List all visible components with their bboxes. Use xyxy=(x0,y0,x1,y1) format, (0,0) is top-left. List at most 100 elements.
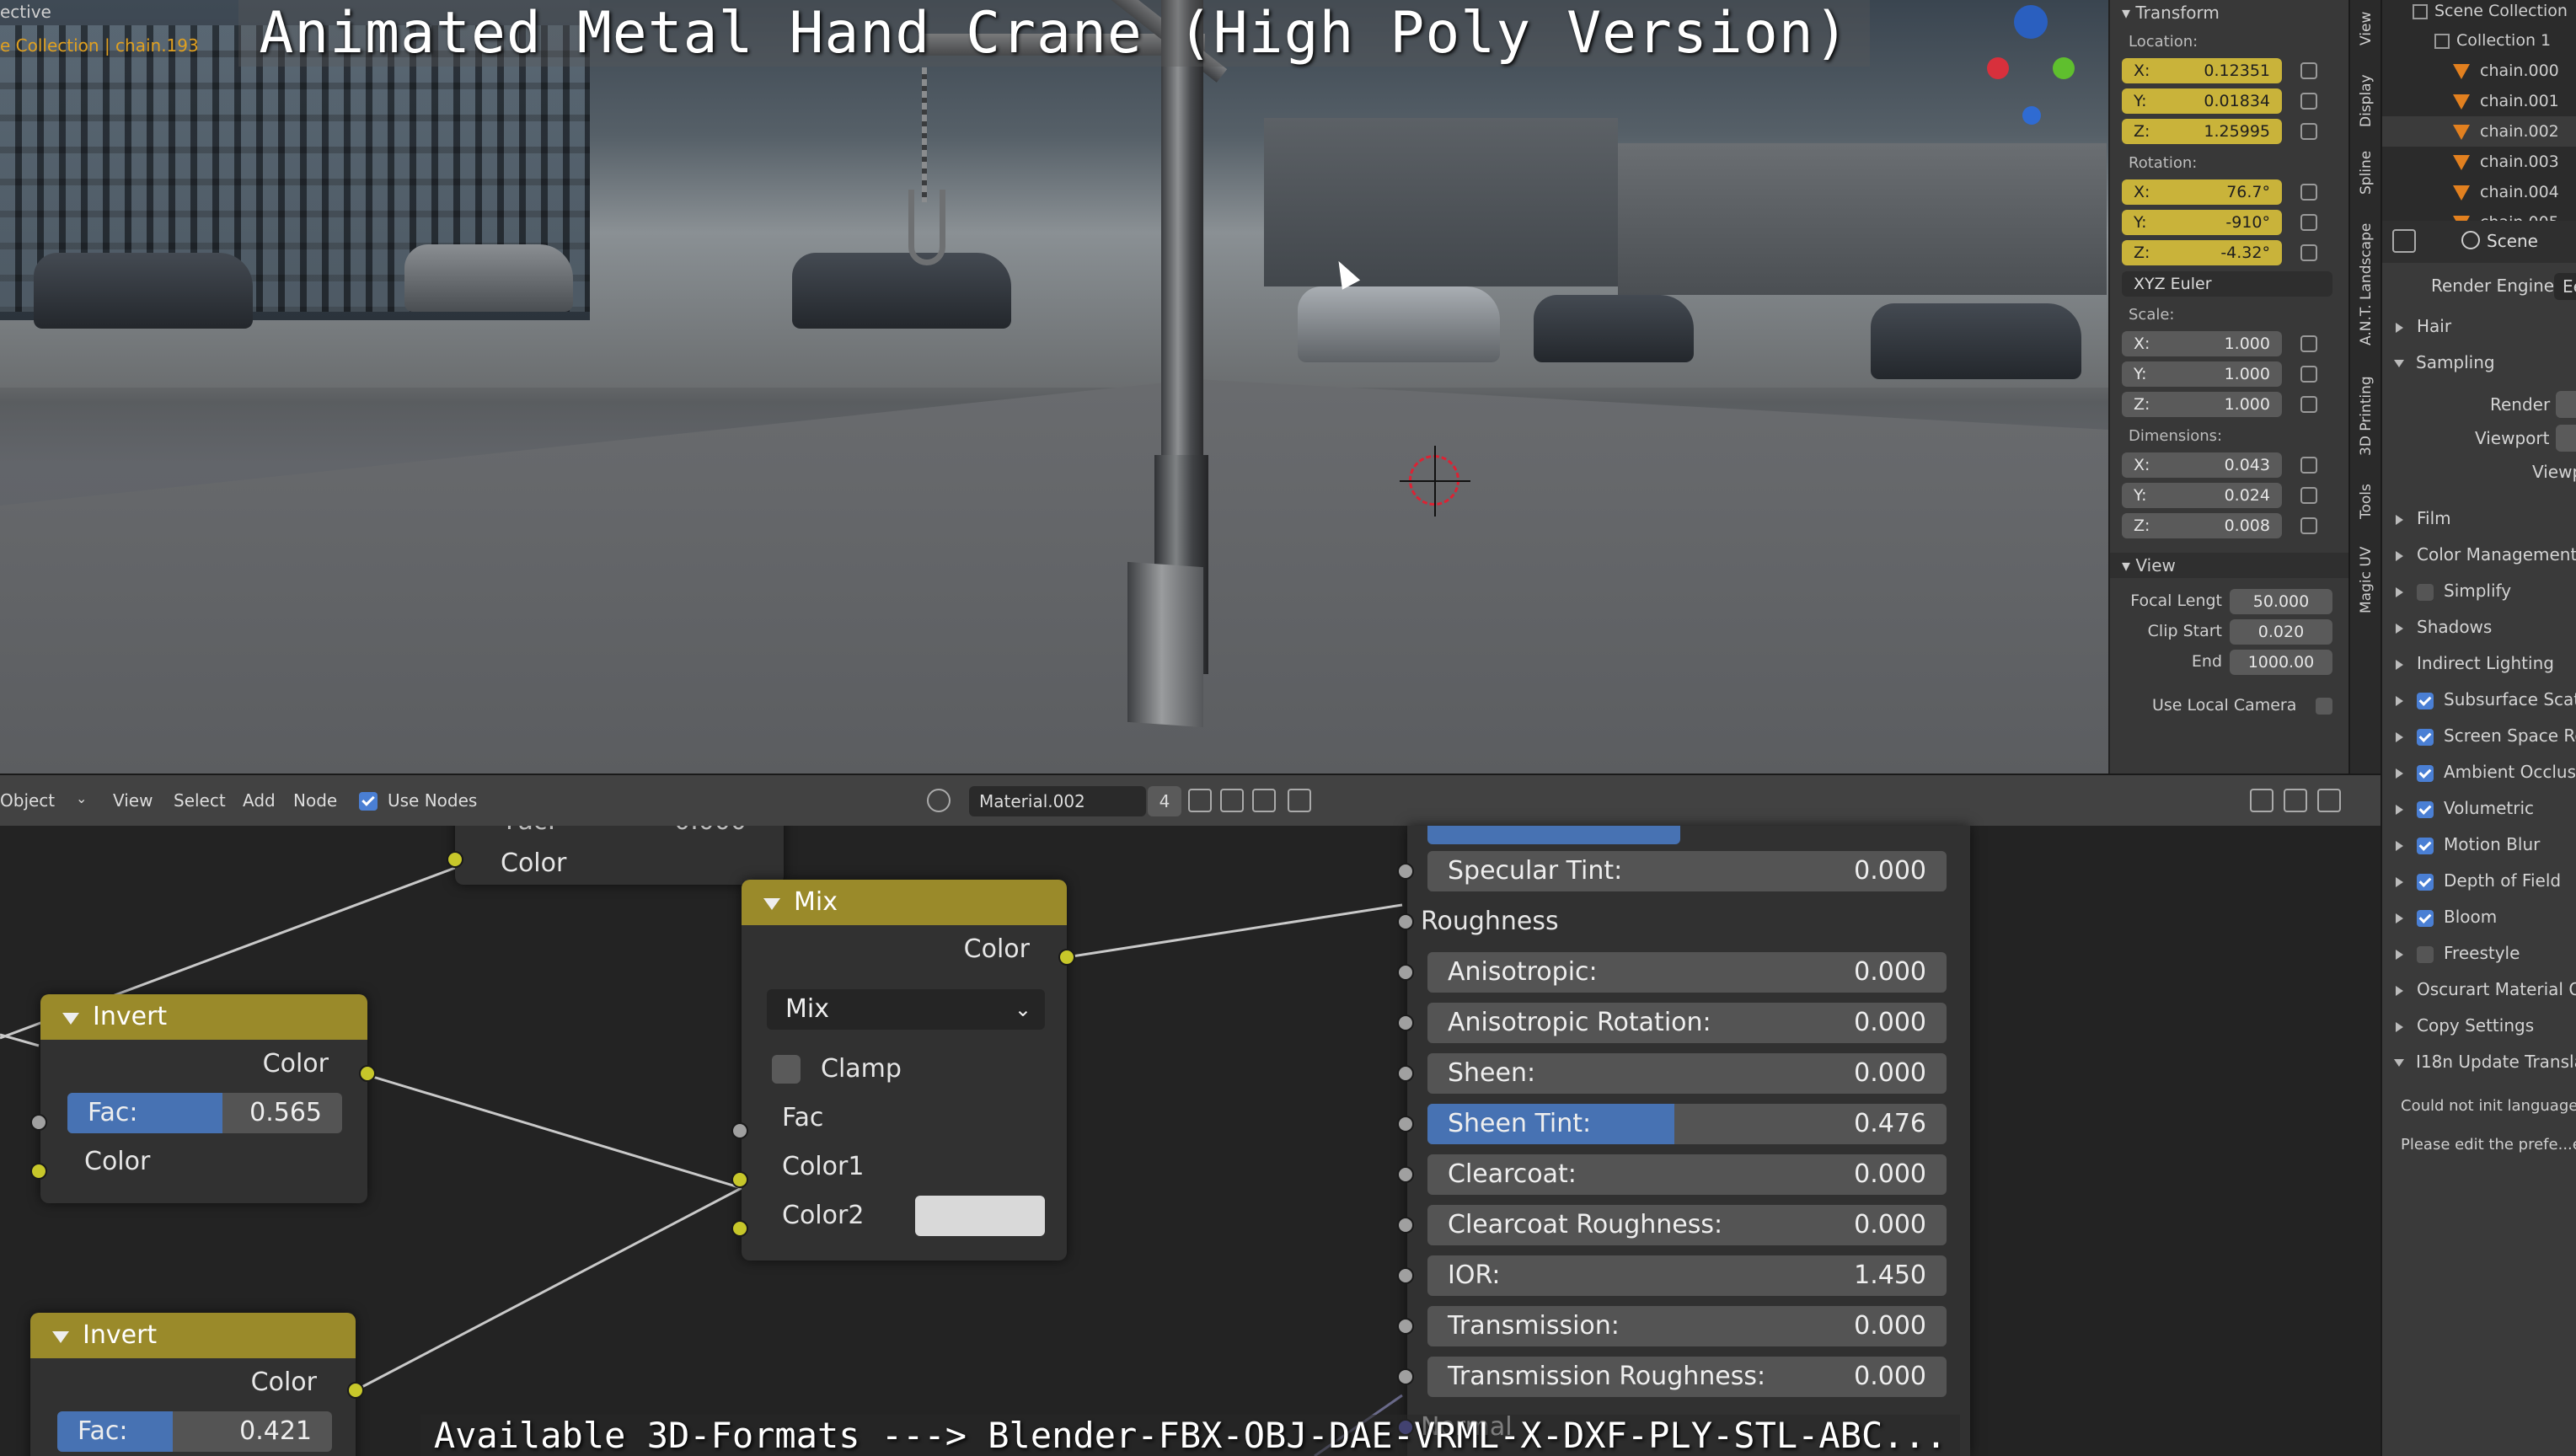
location-field[interactable]: Z: 1.25995 xyxy=(2122,119,2282,144)
3d-cursor-icon[interactable] xyxy=(1400,446,1470,517)
menu-node[interactable]: Node xyxy=(293,790,337,811)
motion-blur-checkbox[interactable] xyxy=(2417,837,2434,854)
local-camera-checkbox[interactable] xyxy=(2316,698,2332,715)
bsdf-input-slider[interactable]: Sheen: 0.000 xyxy=(1427,1053,1947,1094)
node-canvas[interactable]: Fac: 0.000 Color Invert Color Fac: 0.565 C… xyxy=(0,826,2381,1456)
lock-icon[interactable] xyxy=(2300,184,2317,201)
tab-spline[interactable]: Spline xyxy=(2354,145,2379,201)
gizmo-z-axis-icon[interactable] xyxy=(2022,106,2041,125)
menu-view[interactable]: View xyxy=(113,790,153,811)
sampling-render-field[interactable] xyxy=(2556,391,2576,418)
bsdf-input-socket[interactable] xyxy=(1397,1014,1414,1031)
material-users-count[interactable]: 4 xyxy=(1148,786,1181,816)
bsdf-input-slider[interactable]: Clearcoat Roughness: 0.000 xyxy=(1427,1205,1947,1245)
rotation-mode-select[interactable]: XYZ Euler xyxy=(2122,271,2332,297)
bloom-panel[interactable]: Bloom xyxy=(2382,899,2576,935)
bsdf-input-slider[interactable]: Specular Tint: 0.000 xyxy=(1427,851,1947,891)
rotation-field[interactable]: X: 76.7° xyxy=(2122,179,2282,205)
bsdf-input-socket[interactable] xyxy=(1397,1065,1414,1082)
indirect-lighting-panel[interactable]: Indirect Lighting xyxy=(2382,645,2576,682)
bsdf-input-socket[interactable] xyxy=(1397,913,1414,930)
snap-target-icon[interactable] xyxy=(2317,789,2341,812)
material-name-field[interactable]: Material.002 xyxy=(969,786,1146,816)
lock-icon[interactable] xyxy=(2300,123,2317,140)
mix-color1-socket[interactable] xyxy=(731,1171,748,1188)
bsdf-input-slider[interactable]: Clearcoat: 0.000 xyxy=(1427,1154,1947,1195)
bsdf-input-socket[interactable] xyxy=(1397,1368,1414,1385)
properties-editor-icon[interactable] xyxy=(2392,229,2416,253)
ao-panel[interactable]: Ambient Occlusi xyxy=(2382,754,2576,790)
tab-view[interactable]: View xyxy=(2354,5,2379,52)
i18n-panel[interactable]: I18n Update Transla xyxy=(2382,1044,2576,1080)
lock-icon[interactable] xyxy=(2300,457,2317,474)
volumetric-panel[interactable]: Volumetric xyxy=(2382,790,2576,827)
location-field[interactable]: Y: 0.01834 xyxy=(2122,88,2282,114)
dof-checkbox[interactable] xyxy=(2417,873,2434,891)
duplicate-material-icon[interactable] xyxy=(1220,789,1244,812)
invert-node-1-input-socket[interactable] xyxy=(30,1163,47,1180)
lock-icon[interactable] xyxy=(2300,396,2317,413)
outliner-item[interactable]: chain.001 xyxy=(2382,86,2576,116)
use-nodes-checkbox[interactable] xyxy=(359,792,378,811)
invert-node-1-header[interactable]: Invert xyxy=(40,994,367,1040)
simplify-checkbox[interactable] xyxy=(2417,583,2434,601)
lock-icon[interactable] xyxy=(2300,366,2317,383)
lock-icon[interactable] xyxy=(2300,517,2317,534)
lock-icon[interactable] xyxy=(2300,93,2317,110)
sampling-viewport-field[interactable] xyxy=(2556,425,2576,452)
bsdf-input-socket[interactable] xyxy=(1397,1217,1414,1234)
tab-tools[interactable]: Tools xyxy=(2354,477,2379,526)
ssr-checkbox[interactable] xyxy=(2417,728,2434,746)
upstream-color-socket[interactable] xyxy=(447,851,463,868)
bsdf-input-socket[interactable] xyxy=(1397,1318,1414,1335)
outliner-collection[interactable]: Collection 1 xyxy=(2382,25,2576,56)
bsdf-input-slider[interactable]: Anisotropic: 0.000 xyxy=(1427,952,1947,993)
dimensions-field[interactable]: X: 0.043 xyxy=(2122,452,2282,478)
principled-bsdf-node[interactable]: Specular Tint: 0.000 Roughness Anisotropic:… xyxy=(1397,826,1970,1456)
freestyle-checkbox[interactable] xyxy=(2417,945,2434,963)
bsdf-input-socket[interactable] xyxy=(1397,964,1414,981)
bsdf-input-slider[interactable]: Sheen Tint: 0.476 xyxy=(1427,1104,1947,1144)
menu-add[interactable]: Add xyxy=(243,790,276,811)
lock-icon[interactable] xyxy=(2300,214,2317,231)
lock-icon[interactable] xyxy=(2300,335,2317,352)
rotation-field[interactable]: Y: -910° xyxy=(2122,210,2282,235)
pin-icon[interactable] xyxy=(1288,789,1311,812)
mix-node-header[interactable]: Mix xyxy=(742,880,1067,925)
material-sphere-icon[interactable] xyxy=(927,789,951,812)
mix-fac-socket[interactable] xyxy=(731,1122,748,1139)
ssr-panel[interactable]: Screen Space Re xyxy=(2382,718,2576,754)
color-management-panel[interactable]: Color Management xyxy=(2382,537,2576,573)
subsurface-panel[interactable]: Subsurface Scat xyxy=(2382,682,2576,718)
bsdf-input-slider[interactable]: IOR: 1.450 xyxy=(1427,1255,1947,1296)
oscurart-panel[interactable]: Oscurart Material O xyxy=(2382,972,2576,1008)
motion-blur-panel[interactable]: Motion Blur xyxy=(2382,827,2576,863)
location-field[interactable]: X: 0.12351 xyxy=(2122,58,2282,83)
mode-select[interactable]: Object xyxy=(0,790,55,811)
rotation-field[interactable]: Z: -4.32° xyxy=(2122,240,2282,265)
lock-icon[interactable] xyxy=(2300,244,2317,261)
scale-field[interactable]: Y: 1.000 xyxy=(2122,361,2282,387)
volumetric-checkbox[interactable] xyxy=(2417,800,2434,818)
freestyle-panel[interactable]: Freestyle xyxy=(2382,935,2576,972)
bsdf-input-slider[interactable]: Transmission: 0.000 xyxy=(1427,1306,1947,1346)
scale-field[interactable]: Z: 1.000 xyxy=(2122,392,2282,417)
clip-start-field[interactable]: 0.020 xyxy=(2230,619,2332,645)
dof-panel[interactable]: Depth of Field xyxy=(2382,863,2576,899)
invert-node-2-output-socket[interactable] xyxy=(347,1382,364,1399)
mix-color2-swatch[interactable] xyxy=(915,1196,1045,1236)
bsdf-input-socket[interactable] xyxy=(1397,1166,1414,1183)
fake-user-icon[interactable] xyxy=(1188,789,1212,812)
mix-blend-select[interactable]: Mix ⌄ xyxy=(767,989,1045,1030)
outliner-item[interactable]: chain.004 xyxy=(2382,177,2576,207)
film-panel[interactable]: Film xyxy=(2382,500,2576,537)
invert-node-1-fac-slider[interactable]: Fac: 0.565 xyxy=(67,1093,342,1133)
copy-settings-panel[interactable]: Copy Settings xyxy=(2382,1008,2576,1044)
clamp-checkbox[interactable] xyxy=(772,1055,801,1084)
bsdf-input-slider[interactable]: Anisotropic Rotation: 0.000 xyxy=(1427,1003,1947,1043)
tab-ant-landscape[interactable]: A.N.T. Landscape xyxy=(2354,212,2379,356)
invert-node-2-header[interactable]: Invert xyxy=(30,1313,356,1358)
clip-end-field[interactable]: 1000.00 xyxy=(2230,650,2332,675)
lock-icon[interactable] xyxy=(2300,487,2317,504)
mix-output-socket[interactable] xyxy=(1058,949,1075,966)
